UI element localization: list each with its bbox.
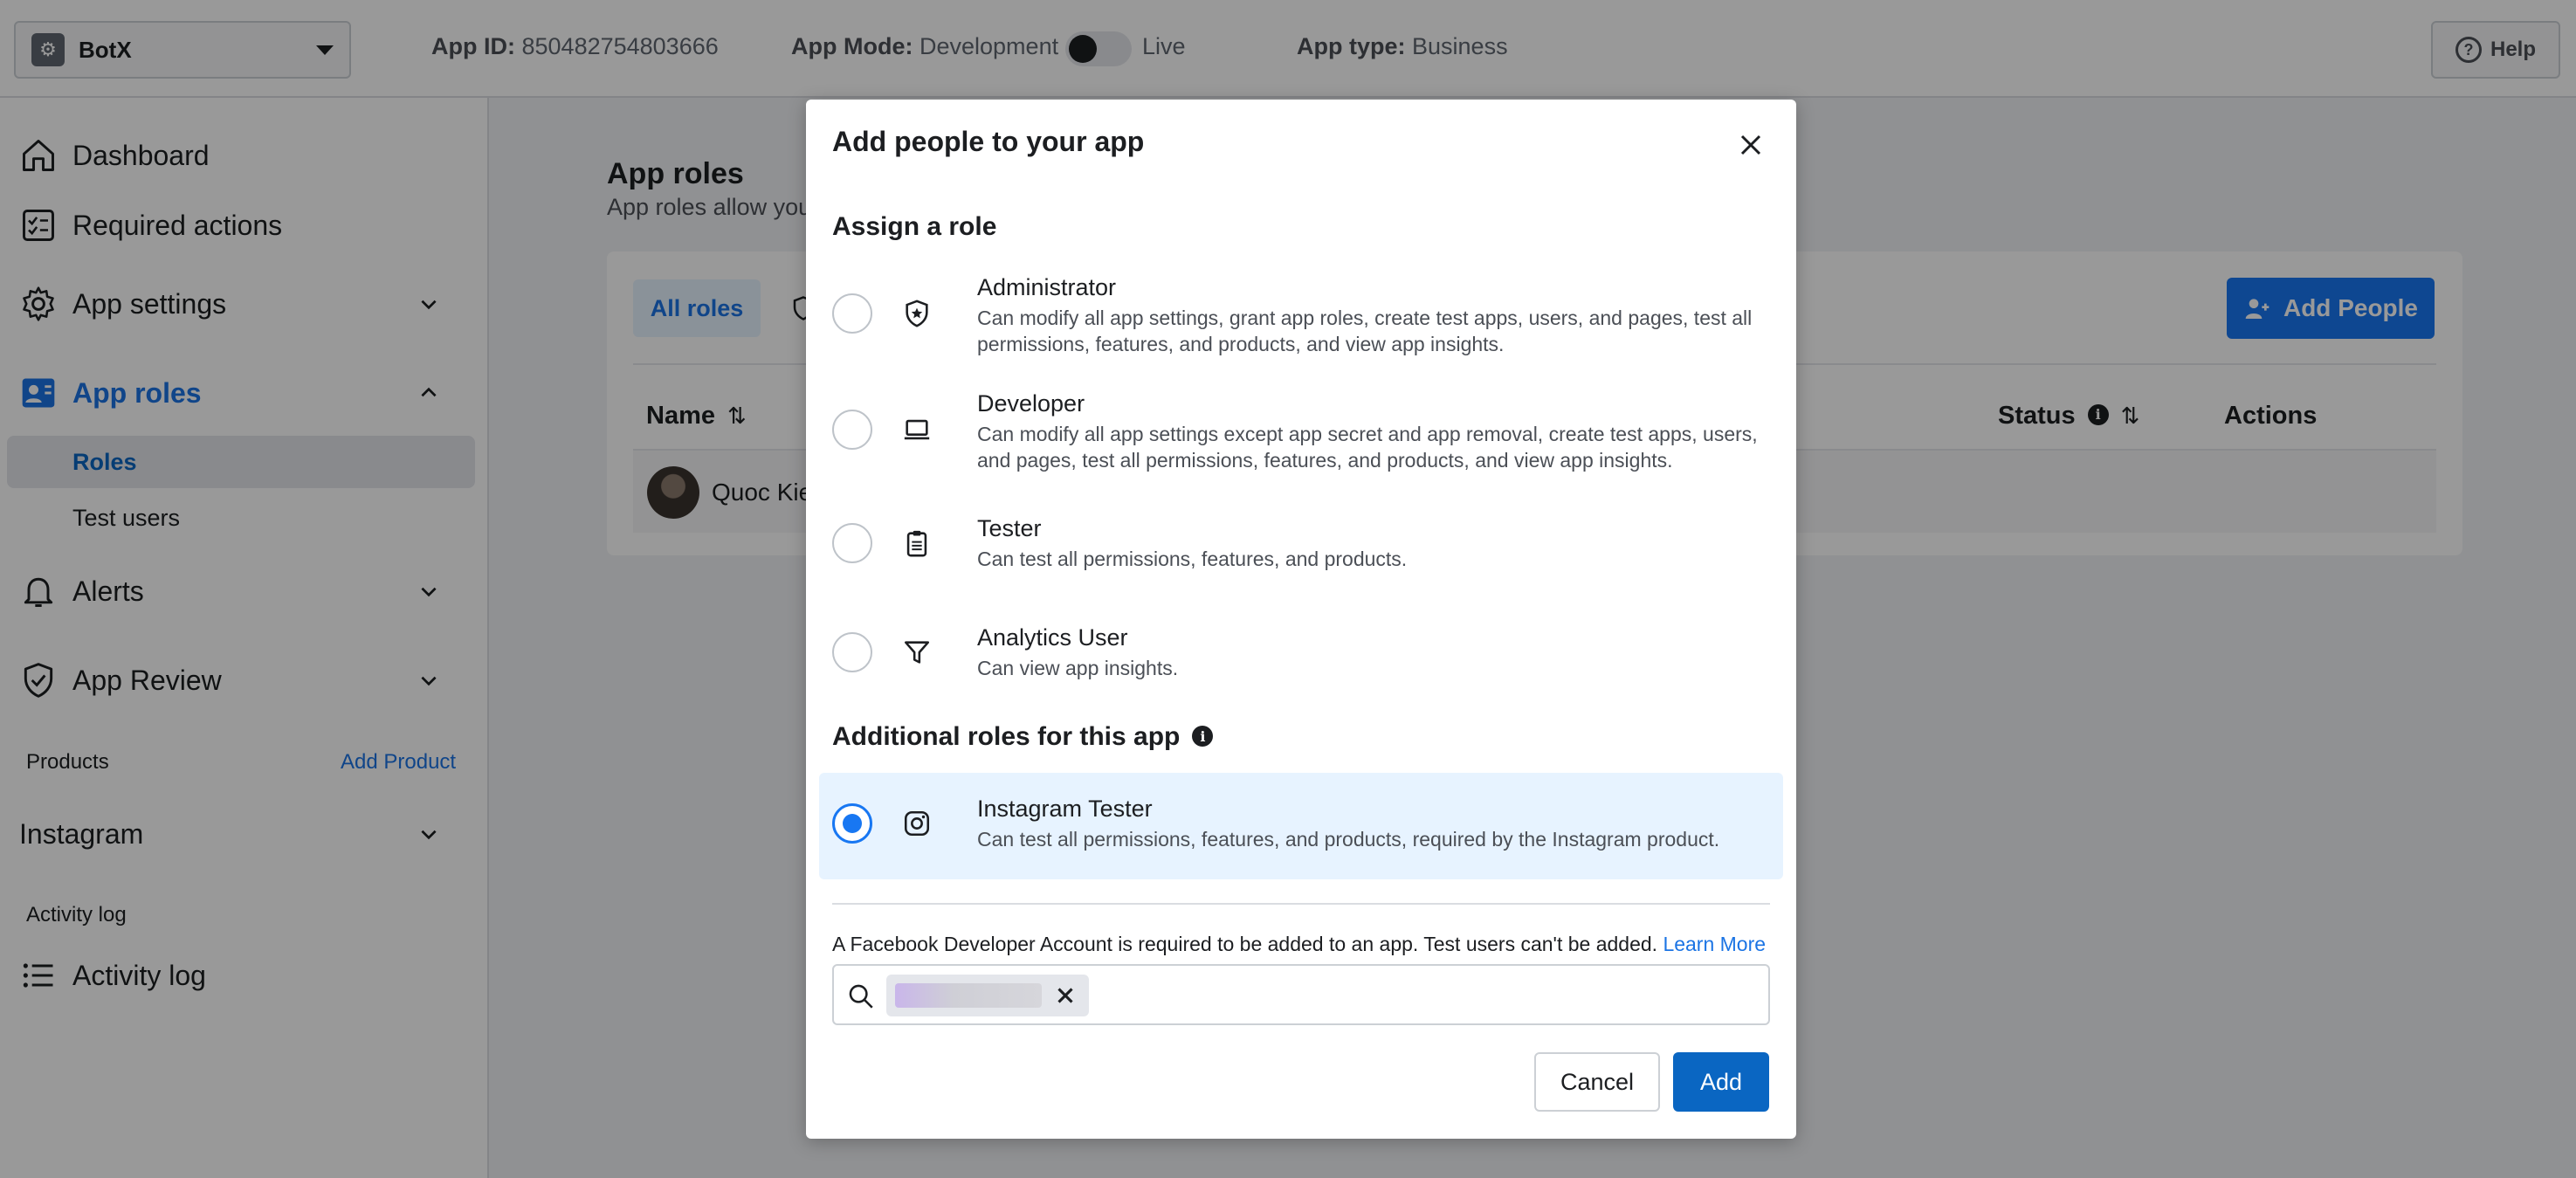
role-name: Developer: [977, 390, 1085, 417]
close-icon[interactable]: [1733, 127, 1768, 162]
analytics-user-radio[interactable]: [832, 632, 872, 672]
developer-account-notice: A Facebook Developer Account is required…: [832, 933, 1766, 956]
shield-star-icon: [906, 300, 928, 327]
role-description: Can view app insights.: [977, 657, 1179, 679]
clipboard-icon: [906, 530, 927, 557]
learn-more-link[interactable]: Learn More: [1663, 933, 1766, 955]
laptop-icon: [904, 419, 930, 440]
selected-person-chip: [886, 975, 1089, 1016]
people-search-input[interactable]: [1105, 976, 1751, 1015]
role-description: Can modify all app settings except app s…: [977, 423, 1758, 472]
role-option-administrator[interactable]: Administrator Can modify all app setting…: [832, 274, 1770, 370]
filter-icon: [904, 641, 930, 664]
instagram-tester-radio[interactable]: [832, 803, 872, 844]
dialog-title: Add people to your app: [832, 126, 1145, 157]
developer-radio[interactable]: [832, 410, 872, 450]
role-description: Can test all permissions, features, and …: [977, 828, 1720, 851]
role-name: Analytics User: [977, 624, 1128, 651]
people-search-field[interactable]: [832, 964, 1770, 1025]
instagram-icon: [904, 810, 930, 837]
role-description: Can modify all app settings, grant app r…: [977, 307, 1753, 355]
role-name: Instagram Tester: [977, 796, 1153, 822]
administrator-radio[interactable]: [832, 293, 872, 334]
role-name: Tester: [977, 515, 1042, 541]
redacted-name: [895, 983, 1042, 1008]
role-option-developer[interactable]: Developer Can modify all app settings ex…: [832, 390, 1770, 486]
info-icon[interactable]: i: [1192, 726, 1214, 747]
role-name: Administrator: [977, 274, 1117, 300]
role-description: Can test all permissions, features, and …: [977, 548, 1408, 570]
role-option-analytics-user[interactable]: Analytics User Can view app insights.: [832, 624, 1770, 694]
remove-chip-icon[interactable]: [1052, 982, 1078, 1009]
assign-role-heading: Assign a role: [832, 212, 997, 241]
cancel-button[interactable]: Cancel: [1534, 1052, 1660, 1112]
additional-roles-heading: Additional roles for this app i: [832, 722, 1214, 752]
add-people-dialog: Add people to your app Assign a role Adm…: [806, 100, 1796, 1139]
divider: [832, 903, 1770, 905]
search-icon: [849, 984, 873, 1009]
additional-roles-label: Additional roles for this app: [832, 722, 1181, 751]
notice-text: A Facebook Developer Account is required…: [832, 933, 1658, 955]
add-button[interactable]: Add: [1673, 1052, 1769, 1112]
role-option-instagram-tester[interactable]: Instagram Tester Can test all permission…: [832, 796, 1770, 865]
role-option-tester[interactable]: Tester Can test all permissions, feature…: [832, 515, 1770, 585]
tester-radio[interactable]: [832, 523, 872, 563]
